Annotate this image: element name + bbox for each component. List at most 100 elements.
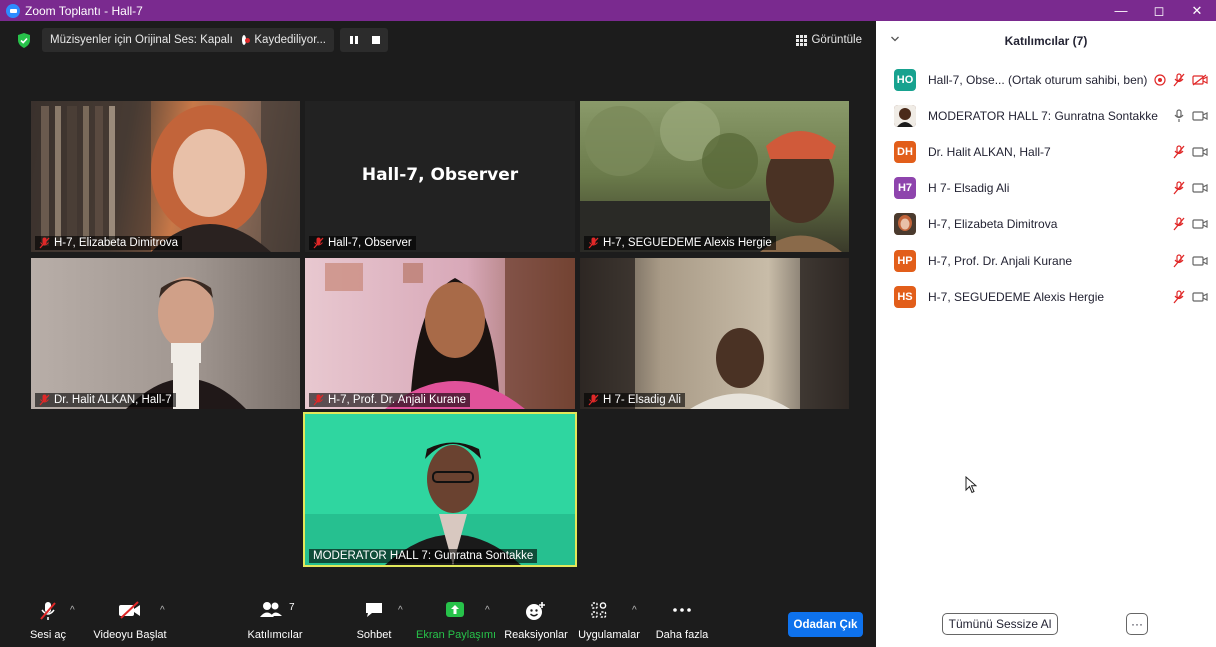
close-button[interactable]: ✕ (1178, 0, 1216, 21)
pause-recording-button[interactable] (344, 28, 364, 52)
chat-icon (366, 603, 382, 617)
video-icon (1192, 292, 1208, 302)
video-feed-halit (126, 277, 246, 409)
muted-mic-icon (40, 602, 56, 620)
muted-mic-icon (1173, 290, 1185, 304)
participant-row[interactable]: HO Hall-7, Obse... (Ortak oturum sahibi,… (894, 68, 1208, 92)
chevron-down-icon[interactable] (890, 34, 900, 44)
meeting-topbar: Müzisyenler için Orijinal Ses: Kapalı Ka… (0, 21, 876, 59)
apps-options-caret-icon[interactable]: ^ (632, 605, 637, 616)
view-button[interactable]: Görüntüle (796, 28, 862, 52)
start-video-label: Videoyu Başlat (93, 629, 167, 641)
participant-row[interactable]: DH Dr. Halit ALKAN, Hall-7 (894, 140, 1208, 164)
avatar (894, 105, 916, 127)
reactions-button[interactable]: Reaksiyonlar (504, 591, 568, 647)
stop-icon (372, 36, 380, 44)
muted-mic-icon (313, 394, 324, 406)
avatar-photo (894, 213, 916, 235)
video-feed-elizabeta (31, 101, 300, 252)
video-tile-seguedeme[interactable]: H-7, SEGUEDEME Alexis Hergie (580, 101, 849, 252)
video-tile-elsadig[interactable]: H 7- Elsadig Ali (580, 258, 849, 409)
muted-mic-icon (313, 237, 324, 249)
video-tile-anjali[interactable]: H-7, Prof. Dr. Anjali Kurane (305, 258, 575, 409)
video-feed-seguedeme (580, 101, 842, 252)
chat-button[interactable]: Sohbet (352, 591, 396, 647)
muted-mic-icon (588, 237, 599, 249)
muted-mic-icon (39, 237, 50, 249)
mic-icon (1174, 109, 1184, 122)
participant-name: H-7, Elizabeta Dimitrova (928, 217, 1058, 231)
chat-options-caret-icon[interactable]: ^ (398, 605, 403, 616)
zoom-logo-icon (6, 3, 20, 18)
shield-icon[interactable] (17, 33, 31, 48)
grid-view-icon (796, 34, 808, 46)
mute-all-button[interactable]: Tümünü Sessize Al (942, 613, 1058, 635)
share-screen-button[interactable]: Ekran Paylaşımı (416, 591, 496, 647)
start-video-button[interactable]: Videoyu Başlat (90, 591, 170, 647)
participant-row[interactable]: H7 H 7- Elsadig Ali (894, 176, 1208, 200)
participant-row[interactable]: H-7, Elizabeta Dimitrova (894, 212, 1208, 236)
video-tile-elizabeta[interactable]: H-7, Elizabeta Dimitrova (31, 101, 300, 252)
video-off-icon (1192, 74, 1208, 86)
participant-status-icons (1172, 181, 1208, 195)
muted-mic-icon (39, 394, 50, 406)
participants-button[interactable]: 7 Katılımcılar (240, 591, 310, 647)
participant-name: H-7, SEGUEDEME Alexis Hergie (928, 290, 1105, 304)
participant-name: Dr. Halit ALKAN, Hall-7 (928, 145, 1051, 159)
window-title: Zoom Toplantı - Hall-7 (25, 3, 143, 18)
avatar: H7 (894, 177, 916, 199)
reactions-label: Reaksiyonlar (504, 629, 568, 641)
unmute-label: Sesi aç (29, 629, 67, 641)
avatar-photo (894, 105, 916, 127)
participants-icon (260, 602, 282, 617)
participants-panel-header: Katılımcılar (7) (876, 21, 1216, 61)
more-label: Daha fazla (655, 629, 709, 641)
more-button[interactable]: Daha fazla (652, 591, 712, 647)
participant-name-label: Hall-7, Observer (309, 236, 416, 250)
video-options-caret-icon[interactable]: ^ (160, 605, 165, 616)
recording-status-icon (1154, 74, 1166, 86)
observer-display-name: Hall-7, Observer (361, 165, 519, 185)
more-dots-icon (673, 608, 691, 612)
original-audio-label: Müzisyenler için Orijinal Ses: Kapalı (50, 34, 233, 46)
minimize-button[interactable]: — (1102, 0, 1140, 21)
video-tile-halit[interactable]: Dr. Halit ALKAN, Hall-7 (31, 258, 300, 409)
avatar: HS (894, 286, 916, 308)
apps-button[interactable]: Uygulamalar (577, 591, 641, 647)
apps-icon (591, 602, 607, 618)
meeting-area: Müzisyenler için Orijinal Ses: Kapalı Ka… (0, 21, 876, 647)
recording-label: Kaydediliyor... (254, 34, 326, 46)
pause-icon (350, 36, 358, 44)
video-icon (1192, 111, 1208, 121)
participant-row[interactable]: HP H-7, Prof. Dr. Anjali Kurane (894, 249, 1208, 273)
participant-name-label: Dr. Halit ALKAN, Hall-7 (35, 393, 176, 407)
avatar: DH (894, 141, 916, 163)
video-tile-observer[interactable]: Hall-7, Observer Hall-7, Observer (305, 101, 575, 252)
video-icon (1192, 219, 1208, 229)
participant-count: 7 (289, 602, 295, 613)
meeting-toolbar: Sesi aç ^ Videoyu Başlat ^ 7 Katılımcıla… (0, 591, 876, 647)
leave-meeting-button[interactable]: Odadan Çık (788, 612, 863, 637)
participant-name: H-7, Prof. Dr. Anjali Kurane (928, 254, 1073, 268)
panel-more-button[interactable]: ··· (1126, 613, 1148, 635)
audio-options-caret-icon[interactable]: ^ (70, 605, 75, 616)
recording-indicator[interactable]: Kaydediliyor... (234, 28, 334, 52)
share-screen-icon (446, 602, 464, 617)
participant-name-label: MODERATOR HALL 7: Gunratna Sontakke (309, 549, 538, 563)
participant-status-icons (1172, 145, 1208, 159)
record-icon (242, 35, 251, 45)
share-options-caret-icon[interactable]: ^ (485, 605, 490, 616)
participants-label: Katılımcılar (247, 629, 303, 641)
video-icon (1192, 147, 1208, 157)
participant-row[interactable]: HS H-7, SEGUEDEME Alexis Hergie (894, 285, 1208, 309)
avatar (894, 213, 916, 235)
stop-recording-button[interactable] (366, 28, 386, 52)
restore-button[interactable]: ◻ (1140, 0, 1178, 21)
unmute-button[interactable]: Sesi aç (20, 591, 76, 647)
participant-row[interactable]: MODERATOR HALL 7: Gunratna Sontakke (894, 104, 1208, 128)
avatar: HP (894, 250, 916, 272)
original-audio-toggle[interactable]: Müzisyenler için Orijinal Ses: Kapalı (42, 28, 241, 52)
apps-label: Uygulamalar (578, 629, 640, 641)
participant-name: Hall-7, Obse... (Ortak oturum sahibi, be… (928, 73, 1148, 87)
video-tile-gunratna[interactable]: MODERATOR HALL 7: Gunratna Sontakke (303, 412, 577, 567)
